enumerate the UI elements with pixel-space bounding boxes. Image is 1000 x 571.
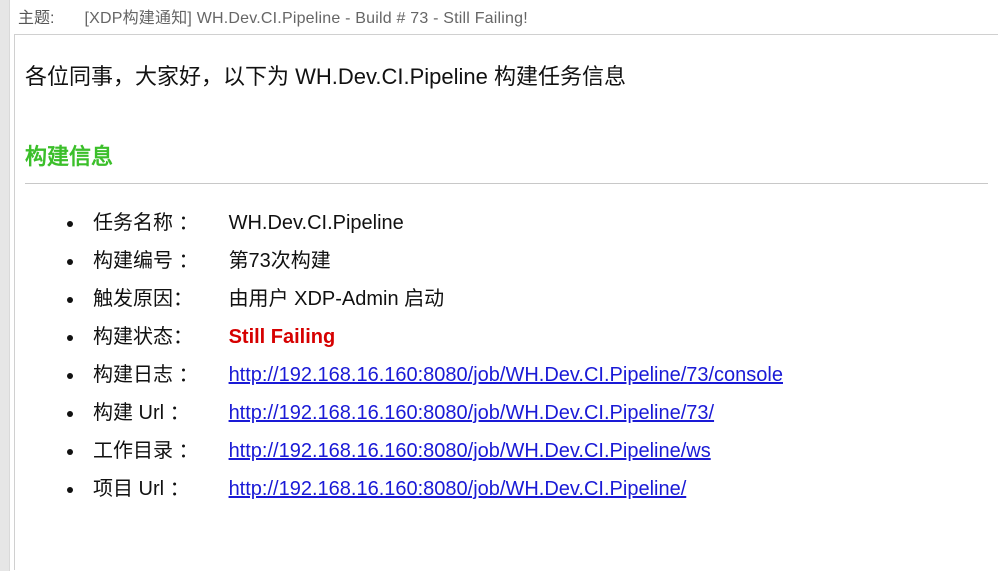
label-build-log: 构建日志 ：	[93, 356, 223, 394]
label-build-url: 构建 Url ：	[93, 394, 223, 432]
list-item-trigger-cause: 触发原因： 由用户 XDP-Admin 启动	[85, 280, 988, 318]
label-project-url: 项目 Url ：	[93, 470, 223, 508]
list-item-build-log: 构建日志 ： http://192.168.16.160:8080/job/WH…	[85, 356, 988, 394]
label-build-status: 构建状态：	[93, 318, 223, 356]
build-info-list: 任务名称 ： WH.Dev.CI.Pipeline 构建编号 ： 第73次构建 …	[25, 204, 988, 508]
value-build-status: Still Failing	[229, 326, 336, 348]
greeting-text: 各位同事，大家好，以下为 WH.Dev.CI.Pipeline 构建任务信息	[25, 59, 988, 91]
list-item-workspace: 工作目录 ： http://192.168.16.160:8080/job/WH…	[85, 432, 988, 470]
list-item-build-url: 构建 Url ： http://192.168.16.160:8080/job/…	[85, 394, 988, 432]
list-item-build-number: 构建编号 ： 第73次构建	[85, 242, 988, 280]
subject-value: [XDP构建通知] WH.Dev.CI.Pipeline - Build # 7…	[84, 4, 527, 28]
link-build-url[interactable]: http://192.168.16.160:8080/job/WH.Dev.CI…	[229, 402, 715, 424]
divider	[25, 183, 988, 184]
link-project-url[interactable]: http://192.168.16.160:8080/job/WH.Dev.CI…	[229, 478, 687, 500]
label-trigger-cause: 触发原因：	[93, 280, 223, 318]
list-item-project-url: 项目 Url ： http://192.168.16.160:8080/job/…	[85, 470, 988, 508]
label-build-number: 构建编号 ：	[93, 242, 223, 280]
left-rail	[0, 0, 10, 571]
link-build-log[interactable]: http://192.168.16.160:8080/job/WH.Dev.CI…	[229, 364, 783, 386]
label-workspace: 工作目录 ：	[93, 432, 223, 470]
value-build-number: 第73次构建	[229, 250, 331, 272]
subject-label: 主题:	[18, 4, 54, 28]
value-task-name: WH.Dev.CI.Pipeline	[229, 212, 404, 234]
value-trigger-cause: 由用户 XDP-Admin 启动	[229, 288, 445, 310]
subject-row: 主题: [XDP构建通知] WH.Dev.CI.Pipeline - Build…	[18, 4, 528, 28]
label-task-name: 任务名称 ：	[93, 204, 223, 242]
email-body: 各位同事，大家好，以下为 WH.Dev.CI.Pipeline 构建任务信息 构…	[14, 34, 998, 570]
section-header-build-info: 构建信息	[25, 139, 988, 171]
list-item-build-status: 构建状态： Still Failing	[85, 318, 988, 356]
list-item-task-name: 任务名称 ： WH.Dev.CI.Pipeline	[85, 204, 988, 242]
link-workspace[interactable]: http://192.168.16.160:8080/job/WH.Dev.CI…	[229, 440, 711, 462]
